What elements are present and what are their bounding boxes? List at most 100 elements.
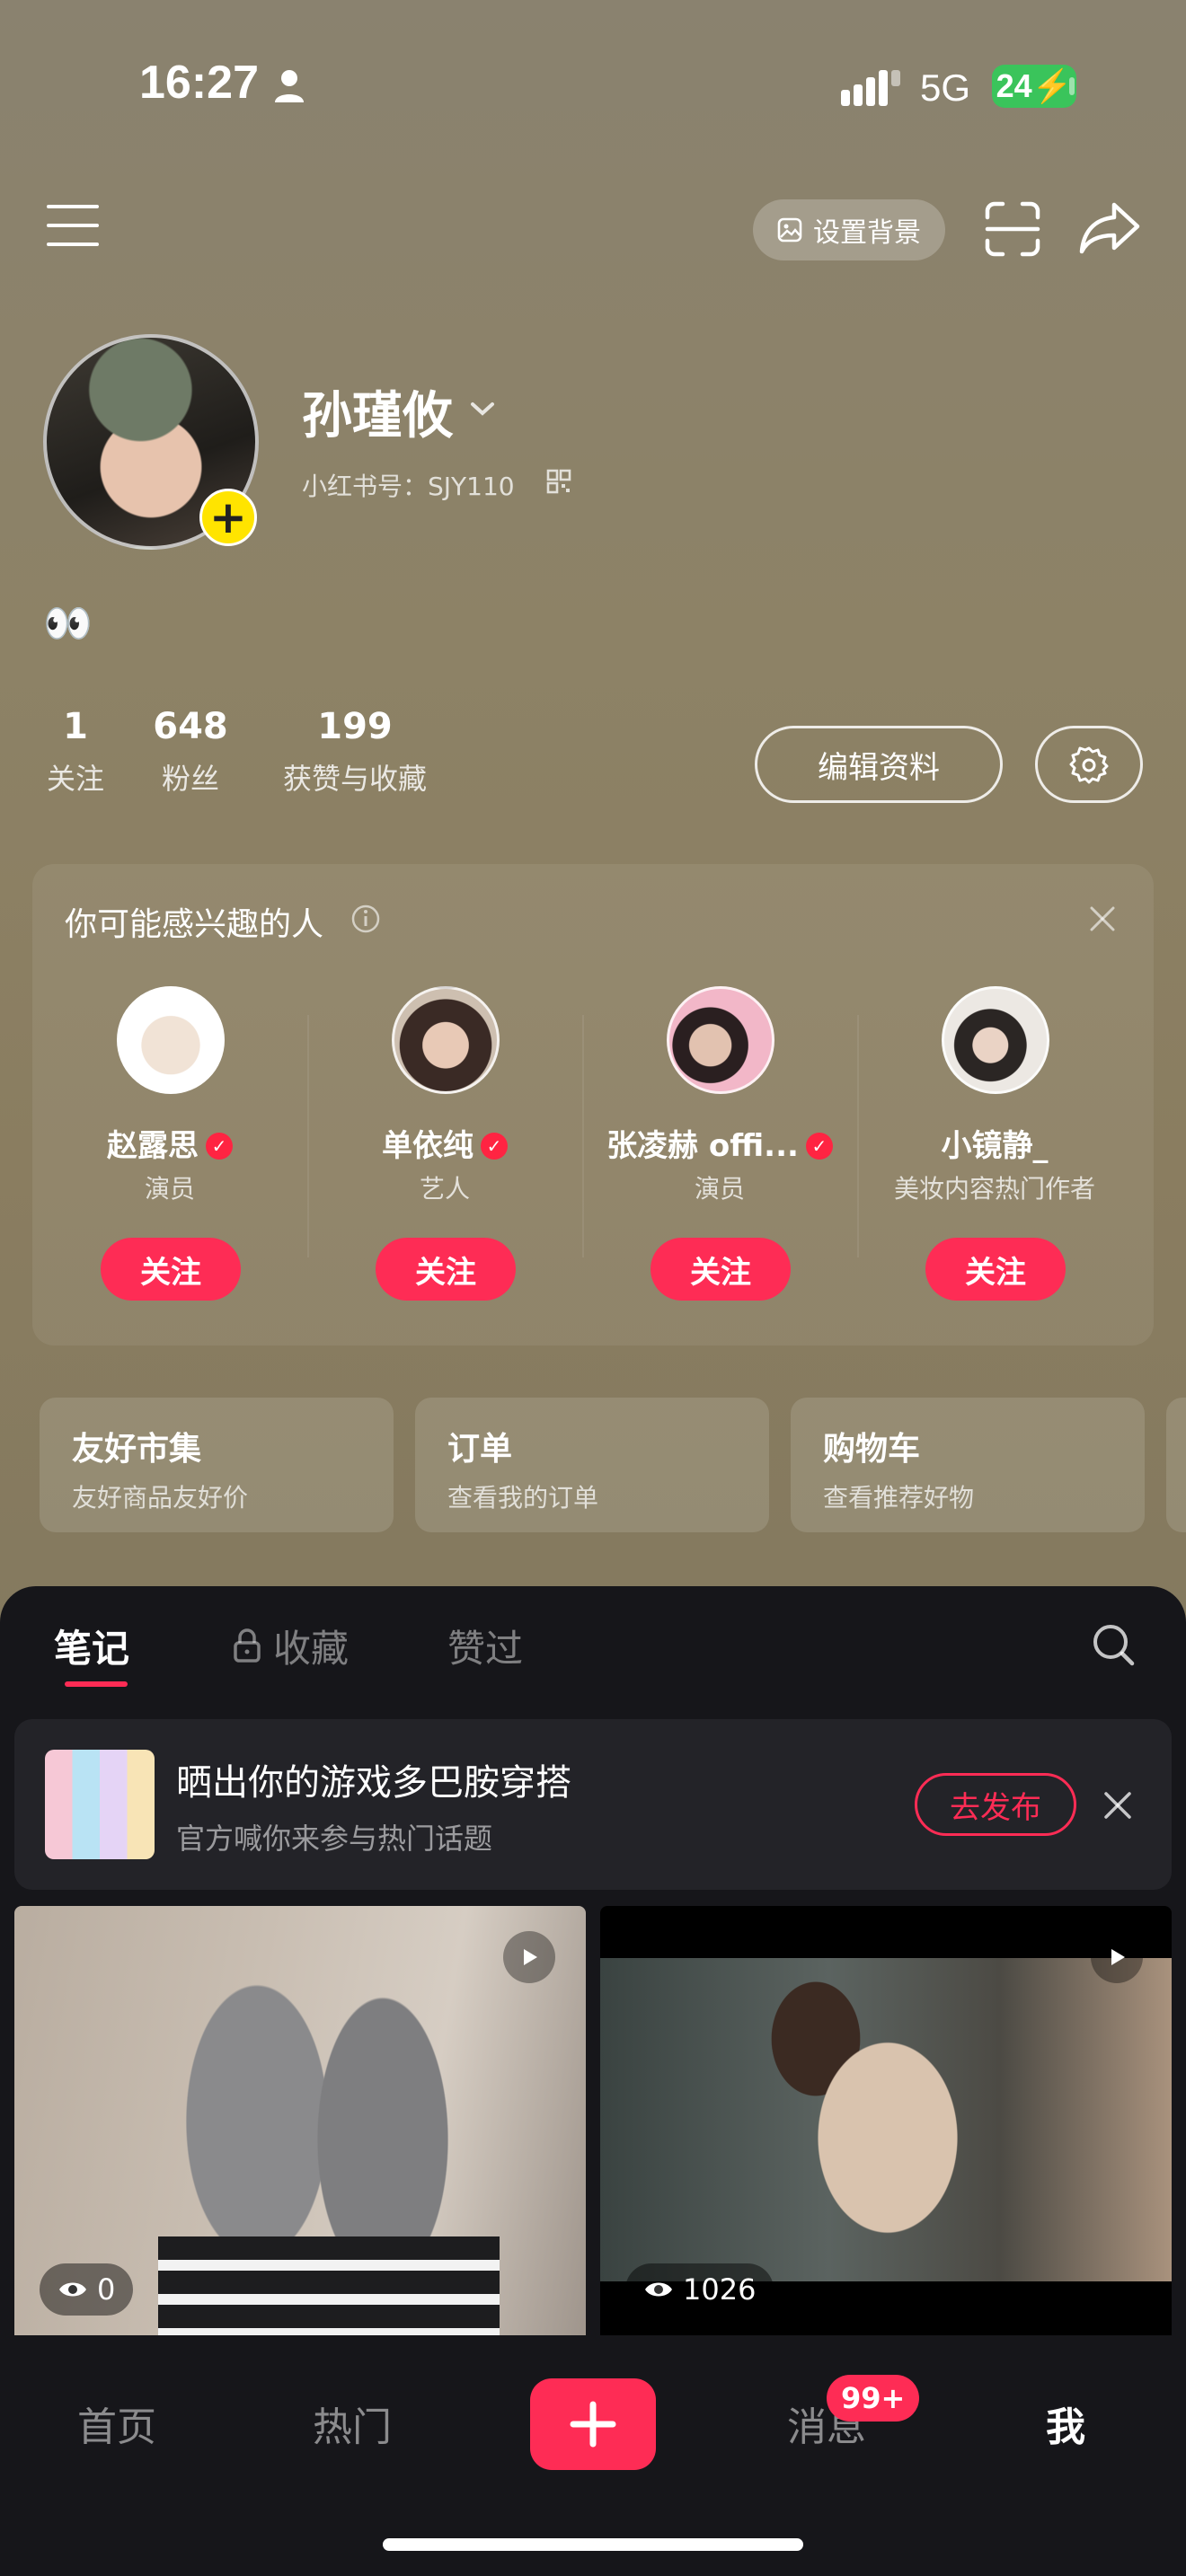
status-time: 16:27: [139, 57, 259, 109]
person-role: 演员: [144, 1174, 195, 1204]
person-avatar[interactable]: [942, 986, 1049, 1094]
create-post-button[interactable]: [530, 2378, 656, 2470]
shortcut-title: 订单: [447, 1431, 513, 1468]
person-role: 演员: [694, 1174, 745, 1204]
verified-badge-icon: ✓: [805, 1133, 833, 1160]
person-name-row: 赵露思 ✓: [32, 1121, 307, 1165]
eye-icon: [645, 2282, 672, 2297]
follow-button[interactable]: 关注: [651, 1238, 791, 1301]
follow-button[interactable]: 关注: [376, 1238, 516, 1301]
view-count: 0: [40, 2263, 134, 2316]
eye-icon: [59, 2282, 86, 2297]
view-count-value: 1026: [683, 2272, 757, 2307]
battery-level: 24: [996, 67, 1032, 104]
signal-icon: [841, 70, 900, 106]
promo-subtitle: 官方喊你来参与热门话题: [176, 1822, 493, 1856]
note-card[interactable]: 1026: [600, 1906, 1172, 2335]
verified-badge-icon: ✓: [206, 1133, 233, 1160]
set-background-button[interactable]: 设置背景: [753, 199, 945, 260]
person-name: 单依纯: [382, 1128, 474, 1164]
shortcut-cart[interactable]: 购物车 查看推荐好物: [791, 1398, 1145, 1532]
play-icon: [503, 1931, 555, 1983]
nav-me[interactable]: 我: [1046, 2395, 1085, 2452]
battery-tip: [1069, 77, 1075, 95]
nav-home[interactable]: 首页: [77, 2395, 156, 2452]
person-avatar[interactable]: [667, 986, 774, 1094]
note-thumbnail: [600, 1958, 1172, 2281]
stat-label: 获赞与收藏: [282, 762, 427, 796]
shortcut-orders[interactable]: 订单 查看我的订单: [415, 1398, 769, 1532]
stat-followers[interactable]: 648 粉丝: [153, 706, 228, 798]
follow-button[interactable]: 关注: [925, 1238, 1066, 1301]
shortcut-title: 购物车: [823, 1431, 921, 1468]
info-icon[interactable]: [350, 904, 381, 934]
person-icon: [275, 70, 304, 102]
suggested-person[interactable]: 张凌赫 offi... ✓ 演员 关注: [582, 986, 857, 1319]
stat-value: 1: [63, 706, 88, 747]
bio: 👀: [43, 601, 93, 647]
scan-icon[interactable]: [985, 201, 1040, 257]
promo-title: 晒出你的游戏多巴胺穿搭: [176, 1762, 571, 1804]
set-background-label: 设置背景: [813, 217, 921, 249]
chevron-down-icon[interactable]: [467, 395, 498, 422]
stat-value: 199: [317, 706, 393, 747]
stat-label: 关注: [46, 762, 104, 796]
gear-icon: [1069, 746, 1109, 784]
close-icon[interactable]: [1102, 1789, 1134, 1822]
image-icon: [777, 217, 802, 243]
lock-icon: [234, 1628, 261, 1663]
profile-name: 孙瑾攸: [302, 387, 453, 446]
person-role: 艺人: [419, 1174, 470, 1204]
shortcut-subtitle: 友好商品友好价: [72, 1483, 249, 1513]
suggested-person[interactable]: 赵露思 ✓ 演员 关注: [32, 986, 307, 1319]
plus-icon: [570, 2401, 616, 2448]
shortcut-subtitle: 查看推荐好物: [823, 1483, 975, 1513]
search-icon[interactable]: [1091, 1622, 1136, 1667]
stat-likes[interactable]: 199 获赞与收藏: [270, 706, 440, 798]
view-count: 1026: [625, 2263, 774, 2316]
view-count-value: 0: [97, 2272, 116, 2307]
verified-badge-icon: ✓: [481, 1133, 508, 1160]
home-indicator: [383, 2538, 803, 2551]
follow-button[interactable]: 关注: [101, 1238, 241, 1301]
stat-label: 粉丝: [161, 762, 219, 796]
note-thumbnail-detail: [158, 2236, 500, 2335]
tab-liked[interactable]: 赞过: [447, 1619, 523, 1673]
charging-icon: ⚡: [1031, 67, 1073, 104]
shortcut-subtitle: 查看我的订单: [447, 1483, 599, 1513]
qr-code-icon[interactable]: [546, 469, 571, 494]
edit-profile-button[interactable]: 编辑资料: [755, 726, 1003, 803]
add-avatar-icon[interactable]: +: [199, 489, 257, 546]
person-name: 赵露思: [107, 1128, 199, 1164]
stat-following[interactable]: 1 关注: [43, 706, 108, 798]
person-role: 美妆内容热门作者: [893, 1174, 1095, 1204]
person-avatar[interactable]: [392, 986, 500, 1094]
close-icon[interactable]: [1087, 904, 1118, 934]
shortcut-title: 友好市集: [72, 1431, 202, 1468]
person-name-row: 单依纯 ✓: [307, 1121, 582, 1165]
battery-indicator: 24 ⚡: [992, 65, 1076, 108]
messages-badge: 99+: [827, 2375, 920, 2422]
share-icon[interactable]: [1078, 199, 1141, 255]
play-icon: [1091, 1931, 1143, 1983]
suggested-person[interactable]: 小镜静_ 美妆内容热门作者 关注: [857, 986, 1132, 1319]
shortcut-next-peek[interactable]: [1166, 1398, 1186, 1532]
user-id: 小红书号：SJY110: [302, 472, 515, 501]
person-name: 小镜静_: [941, 1128, 1049, 1164]
promo-thumbnail: [45, 1750, 155, 1859]
person-name-row: 张凌赫 offi... ✓: [582, 1121, 857, 1165]
tab-favorites[interactable]: 收藏: [273, 1619, 349, 1673]
suggested-person[interactable]: 单依纯 ✓ 艺人 关注: [307, 986, 582, 1319]
tab-notes[interactable]: 笔记: [54, 1619, 129, 1673]
person-avatar[interactable]: [117, 986, 225, 1094]
tab-underline: [65, 1681, 128, 1687]
settings-button[interactable]: [1035, 726, 1143, 803]
publish-button[interactable]: 去发布: [915, 1773, 1076, 1836]
stat-value: 648: [153, 706, 228, 747]
menu-icon[interactable]: [47, 203, 99, 248]
suggestions-title: 你可能感兴趣的人: [65, 906, 324, 943]
shortcut-market[interactable]: 友好市集 友好商品友好价: [40, 1398, 394, 1532]
network-type: 5G: [920, 66, 971, 109]
nav-hot[interactable]: 热门: [313, 2395, 392, 2452]
note-card[interactable]: 0: [14, 1906, 586, 2335]
